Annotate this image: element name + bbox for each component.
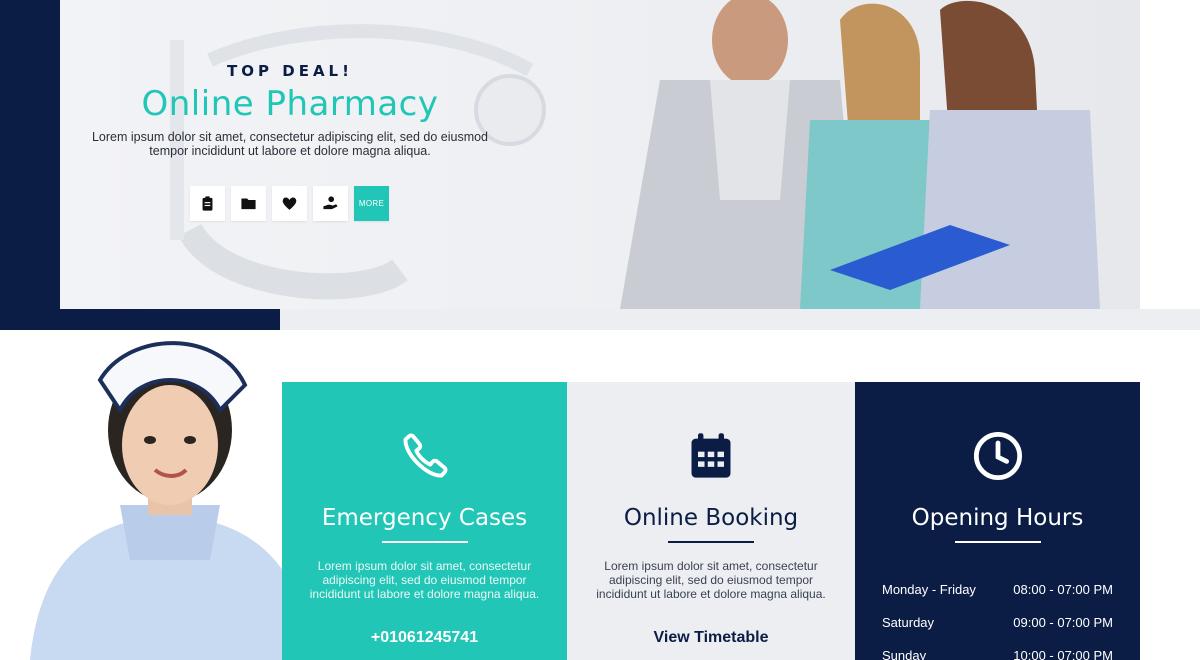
calendar-icon — [567, 430, 855, 487]
booking-title: Online Booking — [623, 505, 799, 531]
heart-icon — [282, 197, 297, 210]
emergency-title: Emergency Cases — [321, 505, 528, 531]
emergency-text: Lorem ipsum dolor sit amet, consectetur … — [309, 558, 540, 601]
hours-divider — [954, 541, 1041, 543]
hand-care-button[interactable] — [313, 186, 348, 221]
hero-title: Online Pharmacy — [141, 84, 439, 124]
hand-care-icon — [323, 196, 338, 210]
emergency-phone-link[interactable]: +01061245741 — [282, 629, 567, 647]
hero-description: Lorem ipsum dolor sit amet, consectetur … — [91, 130, 489, 158]
heart-button[interactable] — [272, 186, 307, 221]
hours-time: 10:00 - 07:00 PM — [1013, 647, 1113, 660]
clipboard-icon — [202, 196, 213, 211]
clipboard-button[interactable] — [190, 186, 225, 221]
booking-divider — [668, 541, 754, 543]
clock-icon — [855, 430, 1140, 487]
emergency-divider — [381, 541, 468, 543]
opening-hours-card: Opening Hours Monday - Friday 08:00 - 07… — [855, 382, 1140, 660]
hours-title: Opening Hours — [911, 505, 1084, 531]
hours-row: Sunday 10:00 - 07:00 PM — [882, 639, 1113, 660]
folder-icon — [241, 198, 256, 210]
online-booking-card: Online Booking Lorem ipsum dolor sit ame… — [567, 382, 855, 660]
nurse-photo — [30, 341, 315, 660]
hours-day: Sunday — [882, 647, 927, 660]
hours-list: Monday - Friday 08:00 - 07:00 PM Saturda… — [882, 573, 1113, 660]
hours-time: 09:00 - 07:00 PM — [1013, 614, 1113, 630]
more-button[interactable]: MORE — [354, 186, 389, 221]
phone-icon — [282, 430, 567, 487]
hours-day: Monday - Friday — [882, 581, 976, 597]
hours-row: Saturday 09:00 - 07:00 PM — [882, 606, 1113, 639]
hero-eyebrow: TOP DEAL! — [227, 62, 353, 80]
page: TOP DEAL! Online Pharmacy Lorem ipsum do… — [0, 0, 1200, 660]
hours-row: Monday - Friday 08:00 - 07:00 PM — [882, 573, 1113, 606]
hero-action-bar: MORE — [190, 186, 389, 221]
emergency-cases-card: Emergency Cases Lorem ipsum dolor sit am… — [282, 382, 567, 660]
more-label: MORE — [358, 199, 385, 208]
hero-text-block: TOP DEAL! Online Pharmacy Lorem ipsum do… — [90, 62, 490, 158]
hours-time: 08:00 - 07:00 PM — [1013, 581, 1113, 597]
light-band — [280, 309, 1200, 330]
hero-banner: TOP DEAL! Online Pharmacy Lorem ipsum do… — [60, 0, 1140, 309]
booking-text: Lorem ipsum dolor sit amet, consectetur … — [596, 558, 826, 601]
view-timetable-link[interactable]: View Timetable — [567, 629, 855, 647]
hours-day: Saturday — [882, 614, 935, 630]
folder-button[interactable] — [231, 186, 266, 221]
